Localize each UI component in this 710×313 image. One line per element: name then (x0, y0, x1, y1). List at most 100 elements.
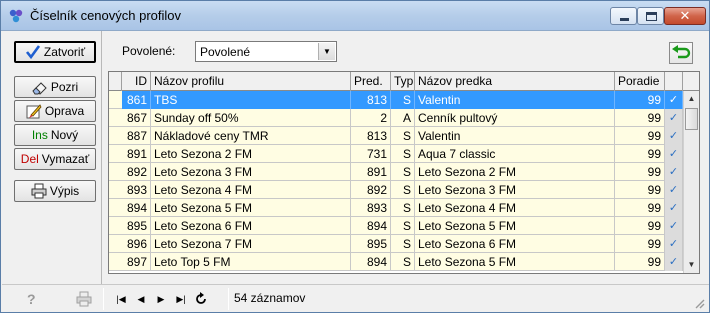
cell-parent-name: Cenník pultový (415, 109, 615, 127)
cell-id: 894 (122, 199, 151, 217)
table-row[interactable]: 891 Leto Sezona 2 FM 731 S Aqua 7 classic 99 ✓ (109, 145, 683, 163)
app-icon (9, 9, 23, 23)
prev-record-icon[interactable]: ◀ (134, 292, 148, 306)
table-row[interactable]: 894 Leto Sezona 5 FM 893 S Leto Sezona 4 FM 9… (109, 199, 683, 217)
cell-pred: 731 (351, 145, 391, 163)
table-row[interactable]: 892 Leto Sezona 3 FM 891 S Leto Sezona 2 FM 9… (109, 163, 683, 181)
table-row[interactable]: 887 Nákladové ceny TMR 813 S Valentin 99 ✓ (109, 127, 683, 145)
table-row[interactable]: 897 Leto Top 5 FM 894 S Leto Sezona 5 FM 99 ✓ (109, 253, 683, 271)
back-button[interactable] (669, 42, 693, 64)
scroll-down-icon[interactable]: ▼ (684, 257, 699, 273)
close-form-button[interactable]: Zatvoriť (14, 41, 96, 63)
insert-shortcut: Ins (31, 128, 48, 142)
cell-active: ✓ (665, 163, 683, 181)
maximize-button[interactable] (637, 7, 664, 25)
cell-type: A (391, 109, 415, 127)
last-record-icon[interactable]: ▶| (174, 292, 188, 306)
new-button[interactable]: Ins Nový (14, 124, 96, 146)
cell-id: 861 (122, 91, 151, 109)
help-icon[interactable]: ? (24, 291, 40, 307)
cell-id: 867 (122, 109, 151, 127)
status-separator (228, 288, 229, 310)
first-record-icon[interactable]: |◀ (114, 292, 128, 306)
table-row[interactable]: 861 TBS 813 S Valentin 99 ✓ (109, 91, 683, 109)
cell-type: S (391, 253, 415, 271)
cell-active: ✓ (665, 199, 683, 217)
header-id[interactable]: ID (122, 72, 151, 91)
record-count: 54 záznamov (234, 291, 306, 305)
window: Číselník cenových profilov ✕ Zatvoriť Po… (0, 0, 710, 313)
edit-button[interactable]: Oprava (14, 100, 96, 122)
resize-grip-icon[interactable] (693, 297, 705, 309)
table-row[interactable]: 895 Leto Sezona 6 FM 894 S Leto Sezona 5 FM 9… (109, 217, 683, 235)
cell-name: Leto Top 5 FM (151, 253, 351, 271)
cell-name: Leto Sezona 4 FM (151, 181, 351, 199)
cell-order: 99 (615, 253, 665, 271)
close-button[interactable]: ✕ (664, 7, 706, 25)
chevron-down-icon[interactable]: ▼ (318, 43, 335, 60)
cell-order: 99 (615, 109, 665, 127)
header-active[interactable] (665, 72, 683, 91)
header-type[interactable]: Typ (391, 72, 415, 91)
cell-pred: 2 (351, 109, 391, 127)
table-row[interactable]: 893 Leto Sezona 4 FM 892 S Leto Sezona 3 FM 9… (109, 181, 683, 199)
status-separator (103, 288, 104, 310)
checkmark-icon (25, 45, 40, 60)
print-button[interactable]: Výpis (14, 180, 96, 202)
cell-active: ✓ (665, 127, 683, 145)
scroll-thumb[interactable] (685, 108, 698, 130)
header-selector (109, 72, 122, 91)
view-button[interactable]: Pozri (14, 76, 96, 98)
back-arrow-icon (672, 45, 691, 59)
cell-type: S (391, 127, 415, 145)
cell-order: 99 (615, 181, 665, 199)
cell-name: Sunday off 50% (151, 109, 351, 127)
delete-button[interactable]: Del Vymazať (14, 148, 96, 170)
minimize-button[interactable] (610, 7, 637, 25)
cell-parent-name: Leto Sezona 2 FM (415, 163, 615, 181)
cell-parent-name: Aqua 7 classic (415, 145, 615, 163)
header-order[interactable]: Poradie (615, 72, 665, 91)
maximize-icon (646, 12, 657, 21)
header-name[interactable]: Názov profilu (151, 72, 351, 91)
edit-pencil-icon (26, 104, 42, 119)
table-row[interactable]: 867 Sunday off 50% 2 A Cenník pultový 99 ✓ (109, 109, 683, 127)
next-record-icon[interactable]: ▶ (154, 292, 168, 306)
cell-active: ✓ (665, 181, 683, 199)
cell-id: 896 (122, 235, 151, 253)
refresh-icon[interactable] (194, 292, 208, 306)
cell-name: Leto Sezona 5 FM (151, 199, 351, 217)
cell-parent-name: Leto Sezona 6 FM (415, 235, 615, 253)
table-row[interactable]: 896 Leto Sezona 7 FM 895 S Leto Sezona 6 FM 9… (109, 235, 683, 253)
enabled-filter-select[interactable]: Povolené ▼ (195, 41, 337, 62)
cell-name: Leto Sezona 6 FM (151, 217, 351, 235)
cell-name: Leto Sezona 2 FM (151, 145, 351, 163)
cell-order: 99 (615, 235, 665, 253)
cell-active: ✓ (665, 217, 683, 235)
cell-name: Leto Sezona 3 FM (151, 163, 351, 181)
eraser-icon (32, 82, 47, 95)
vertical-scrollbar[interactable]: ▲ ▼ (683, 91, 699, 273)
profiles-table: ID Názov profilu Pred. Typ Názov predka … (108, 71, 700, 274)
cell-order: 99 (615, 163, 665, 181)
cell-type: S (391, 199, 415, 217)
cell-type: S (391, 235, 415, 253)
header-pred[interactable]: Pred. (351, 72, 391, 91)
cell-pred: 894 (351, 217, 391, 235)
cell-pred: 892 (351, 181, 391, 199)
header-parent-name[interactable]: Názov predka (415, 72, 615, 91)
cell-pred: 891 (351, 163, 391, 181)
cell-active: ✓ (665, 109, 683, 127)
cell-order: 99 (615, 127, 665, 145)
scroll-up-icon[interactable]: ▲ (684, 91, 699, 107)
cell-id: 892 (122, 163, 151, 181)
cell-name: Leto Sezona 7 FM (151, 235, 351, 253)
view-label: Pozri (50, 80, 79, 94)
print-icon[interactable] (76, 291, 92, 307)
enabled-filter-value: Povolené (200, 45, 251, 59)
cell-order: 99 (615, 217, 665, 235)
cell-name: Nákladové ceny TMR (151, 127, 351, 145)
cell-parent-name: Leto Sezona 3 FM (415, 181, 615, 199)
print-label: Výpis (49, 184, 80, 198)
title-bar[interactable]: Číselník cenových profilov ✕ (1, 1, 709, 31)
